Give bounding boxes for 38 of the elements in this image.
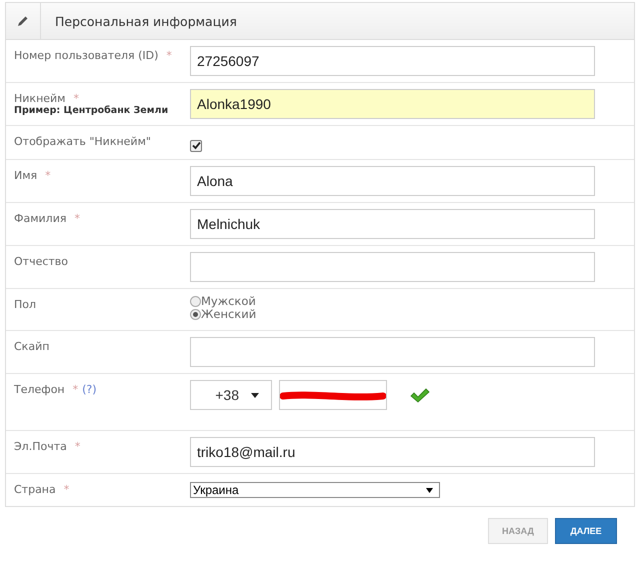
required-asterisk: *	[166, 49, 172, 62]
field-label: Имя	[14, 169, 38, 182]
required-asterisk: *	[45, 169, 51, 182]
field-label: Эл.Почта	[14, 440, 67, 453]
input-field[interactable]: triko18@mail.ru	[190, 437, 595, 467]
required-asterisk: *	[73, 92, 79, 105]
field-label: Пол	[14, 298, 36, 311]
field-label: Скайп	[14, 340, 50, 353]
phone-input-field[interactable]	[279, 380, 387, 410]
caret-icon	[426, 488, 433, 492]
field-label: Отчество	[14, 255, 68, 268]
required-asterisk: *	[74, 212, 80, 225]
field-label: Страна	[14, 483, 56, 496]
pencil-icon	[17, 15, 29, 27]
field-label: Телефон	[14, 383, 65, 396]
required-asterisk: *	[64, 483, 70, 496]
input-field[interactable]: 27256097	[190, 46, 595, 76]
input-field[interactable]: Alona	[190, 166, 595, 196]
input-field[interactable]: Alonka1990	[190, 89, 595, 119]
country-code-dropdown[interactable]: +38	[190, 380, 272, 410]
input-field[interactable]	[190, 337, 595, 367]
checkbox[interactable]	[190, 140, 202, 152]
caret-icon	[251, 392, 259, 398]
required-asterisk: *	[74, 440, 80, 453]
field-label: Отображать "Никнейм"	[14, 135, 151, 148]
field-hint: Пример: Центробанк Земли	[14, 105, 170, 116]
next-button[interactable]: ДАЛЕЕ	[555, 518, 617, 544]
help-link[interactable]: (?)	[82, 383, 97, 396]
field-label: Номер пользователя (ID)	[14, 49, 158, 62]
radio-option[interactable]: Женский	[190, 308, 256, 321]
required-asterisk: *	[72, 383, 78, 396]
country-dropdown[interactable]: Украина	[190, 482, 440, 498]
panel-title: Персональная информация	[55, 14, 237, 28]
field-label: Фамилия	[14, 212, 66, 225]
radio-option[interactable]: Мужской	[190, 295, 256, 308]
input-field[interactable]: Melnichuk	[190, 209, 595, 239]
field-label: Никнейм	[14, 92, 66, 105]
input-field[interactable]	[190, 252, 595, 282]
